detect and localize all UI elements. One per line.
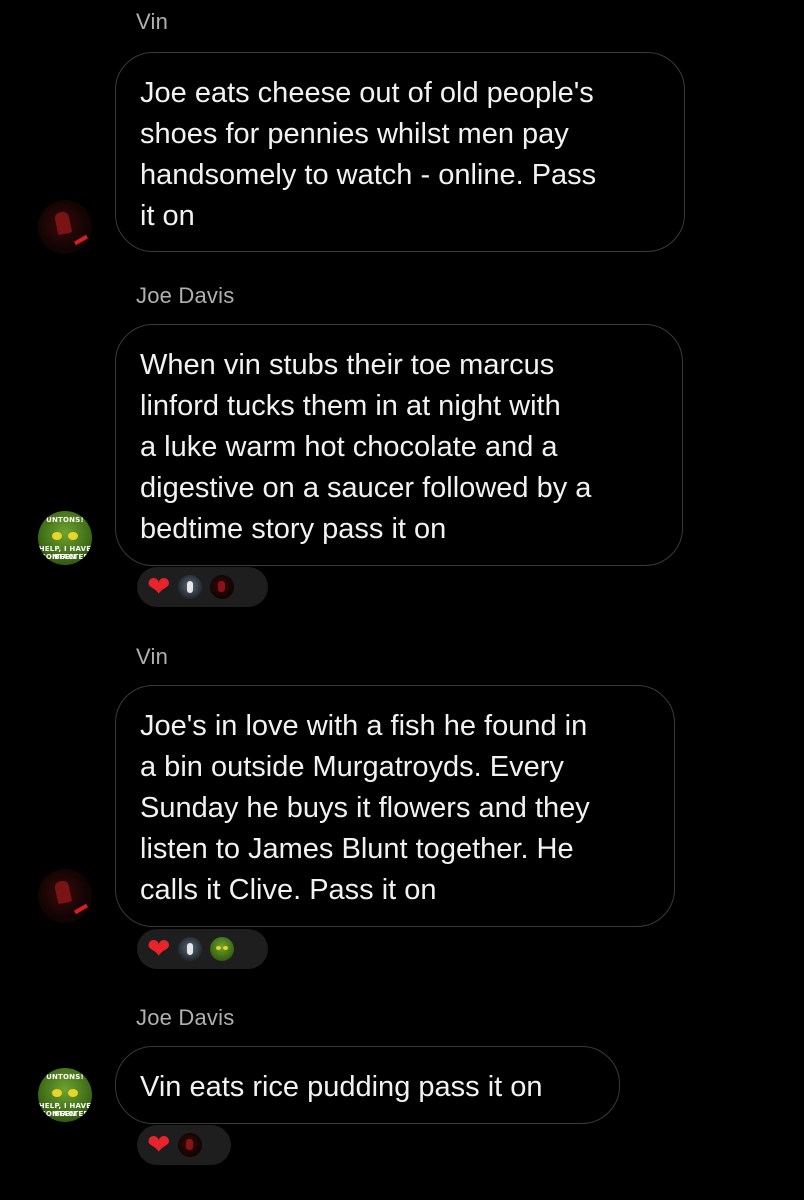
message-line: handsomely to watch - online. Pass bbox=[140, 159, 597, 191]
reaction-bar[interactable]: ❤ bbox=[137, 1125, 231, 1165]
green-alien-meme-avatar-icon[interactable]: UNTONS! HELP, I HAVE BEEN CONTACTED bbox=[38, 511, 92, 565]
message-line: listen to James Blunt together. He bbox=[140, 833, 574, 865]
message-line: a luke warm hot chocolate and a bbox=[140, 431, 558, 463]
green-alien-meme-avatar-icon[interactable]: UNTONS! HELP, I HAVE BEEN CONTACTED bbox=[38, 1068, 92, 1122]
reaction-bar[interactable]: ❤ bbox=[137, 929, 268, 969]
message-bubble[interactable]: When vin stubs their toe marcus linford … bbox=[115, 324, 683, 566]
message-line: bedtime story pass it on bbox=[140, 513, 447, 545]
message-line: linford tucks them in at night with bbox=[140, 390, 561, 422]
message-line: digestive on a saucer followed by a bbox=[140, 472, 592, 504]
avatar-caption: CONTACTED bbox=[40, 553, 90, 561]
dark-red-figure-avatar-icon[interactable] bbox=[38, 869, 92, 923]
message-line: Joe eats cheese out of old people's bbox=[140, 77, 594, 109]
message-line: Vin eats rice pudding pass it on bbox=[140, 1071, 543, 1103]
message-line: it on bbox=[140, 200, 195, 232]
message-line: Sunday he buys it flowers and they bbox=[140, 792, 590, 824]
sender-name: Joe Davis bbox=[136, 283, 235, 308]
red-heart-icon: ❤ bbox=[147, 932, 171, 965]
sender-name: Joe Davis bbox=[136, 1005, 235, 1030]
avatar-caption: UNTONS! bbox=[46, 1073, 84, 1081]
message-line: Joe's in love with a fish he found in bbox=[140, 710, 588, 742]
message-line: When vin stubs their toe marcus bbox=[140, 349, 555, 381]
avatar-caption: UNTONS! bbox=[46, 516, 84, 524]
message-line: shoes for pennies whilst men pay bbox=[140, 118, 569, 150]
message-bubble[interactable]: Joe eats cheese out of old people's shoe… bbox=[115, 52, 685, 252]
sender-name: Vin bbox=[136, 644, 168, 669]
red-heart-icon: ❤ bbox=[147, 1128, 171, 1161]
reaction-bar[interactable]: ❤ bbox=[137, 567, 268, 607]
message-line: calls it Clive. Pass it on bbox=[140, 874, 437, 906]
message-line: a bin outside Murgatroyds. Every bbox=[140, 751, 564, 783]
reactor-avatar-gray-icon bbox=[178, 937, 203, 961]
message-bubble[interactable]: Joe's in love with a fish he found in a … bbox=[115, 685, 675, 927]
reactor-avatar-vin-icon bbox=[210, 575, 235, 599]
sender-name: Vin bbox=[136, 9, 168, 34]
message-bubble[interactable]: Vin eats rice pudding pass it on bbox=[115, 1046, 620, 1124]
reactor-avatar-vin-icon bbox=[178, 1133, 203, 1157]
avatar-caption: CONTACTED bbox=[40, 1110, 90, 1118]
reactor-avatar-gray-icon bbox=[178, 575, 203, 599]
red-heart-icon: ❤ bbox=[147, 570, 171, 603]
reactor-avatar-joe-icon bbox=[210, 937, 235, 961]
dark-red-figure-avatar-icon[interactable] bbox=[38, 200, 92, 254]
